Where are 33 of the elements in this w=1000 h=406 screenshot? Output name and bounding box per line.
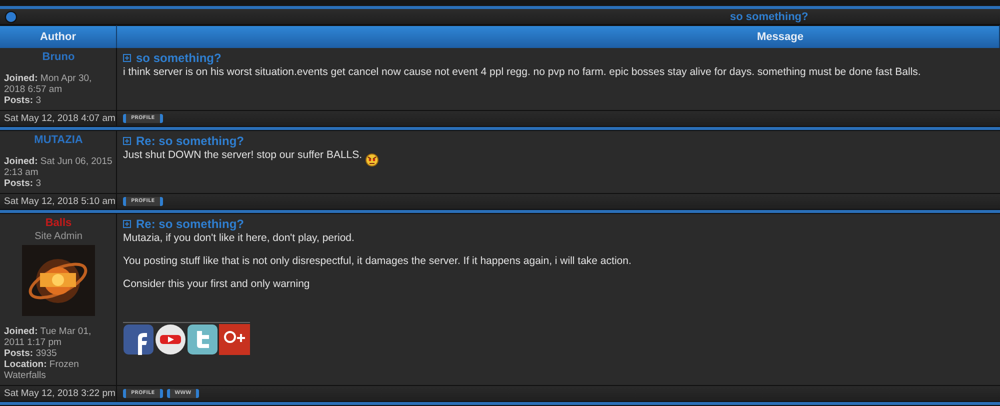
bird-icon[interactable] xyxy=(187,324,218,355)
post-subject[interactable]: Re: so something? xyxy=(136,134,244,148)
play-icon[interactable] xyxy=(155,324,186,355)
post-date: Sat May 12, 2018 4:07 am xyxy=(4,113,116,124)
post-icon xyxy=(123,137,131,145)
author-detail: Location: Frozen Waterfalls xyxy=(4,359,80,381)
post-text: Just shut DOWN the server! stop our suffer BALLS. xyxy=(123,149,362,162)
author-detail: Joined: Mon Apr 30, 2018 6:57 am xyxy=(4,73,93,95)
author-detail: Posts: 3 xyxy=(4,95,42,106)
author-name[interactable]: MUTAZIA xyxy=(34,134,83,146)
author-rank: Site Admin xyxy=(34,231,82,242)
facebook-icon[interactable] xyxy=(123,324,154,355)
post-text: Mutazia, if you don't like it here, don't play, period. xyxy=(123,232,354,245)
post-date: Sat May 12, 2018 3:22 pm xyxy=(4,388,116,399)
author-name[interactable]: Bruno xyxy=(42,51,75,63)
post-text: Consider this your first and only warning xyxy=(123,278,310,291)
author-detail: Posts: 3 xyxy=(4,178,42,189)
post-subject[interactable]: so something? xyxy=(136,51,222,65)
post-text: i think server is on his worst situation.events get cancel now cause not event 4 ppl regg. no pvp no farm. epic bosses stay alive for days. something must be done fast Balls. xyxy=(123,66,921,79)
author-detail: Joined: Tue Mar 01, 2011 1:17 pm xyxy=(4,326,92,348)
topic-title: so something? xyxy=(730,10,808,23)
author-detail: Joined: Sat Jun 06, 2015 2:13 am xyxy=(4,156,113,178)
post-subject[interactable]: Re: so something? xyxy=(136,217,244,231)
post-date: Sat May 12, 2018 5:10 am xyxy=(4,196,116,207)
author-name[interactable]: Balls xyxy=(45,217,72,229)
column-header: Author xyxy=(0,25,117,48)
post-icon xyxy=(123,220,131,228)
author-detail: Posts: 3935 xyxy=(4,348,58,359)
post-text: You posting stuff like that is not only disrespectful, it damages the server. If it happens again, i will take action. xyxy=(123,255,632,268)
angry-smiley-icon xyxy=(365,152,380,166)
column-header: Message xyxy=(117,25,1000,48)
plus-icon[interactable] xyxy=(219,324,250,355)
post-icon xyxy=(123,54,131,62)
